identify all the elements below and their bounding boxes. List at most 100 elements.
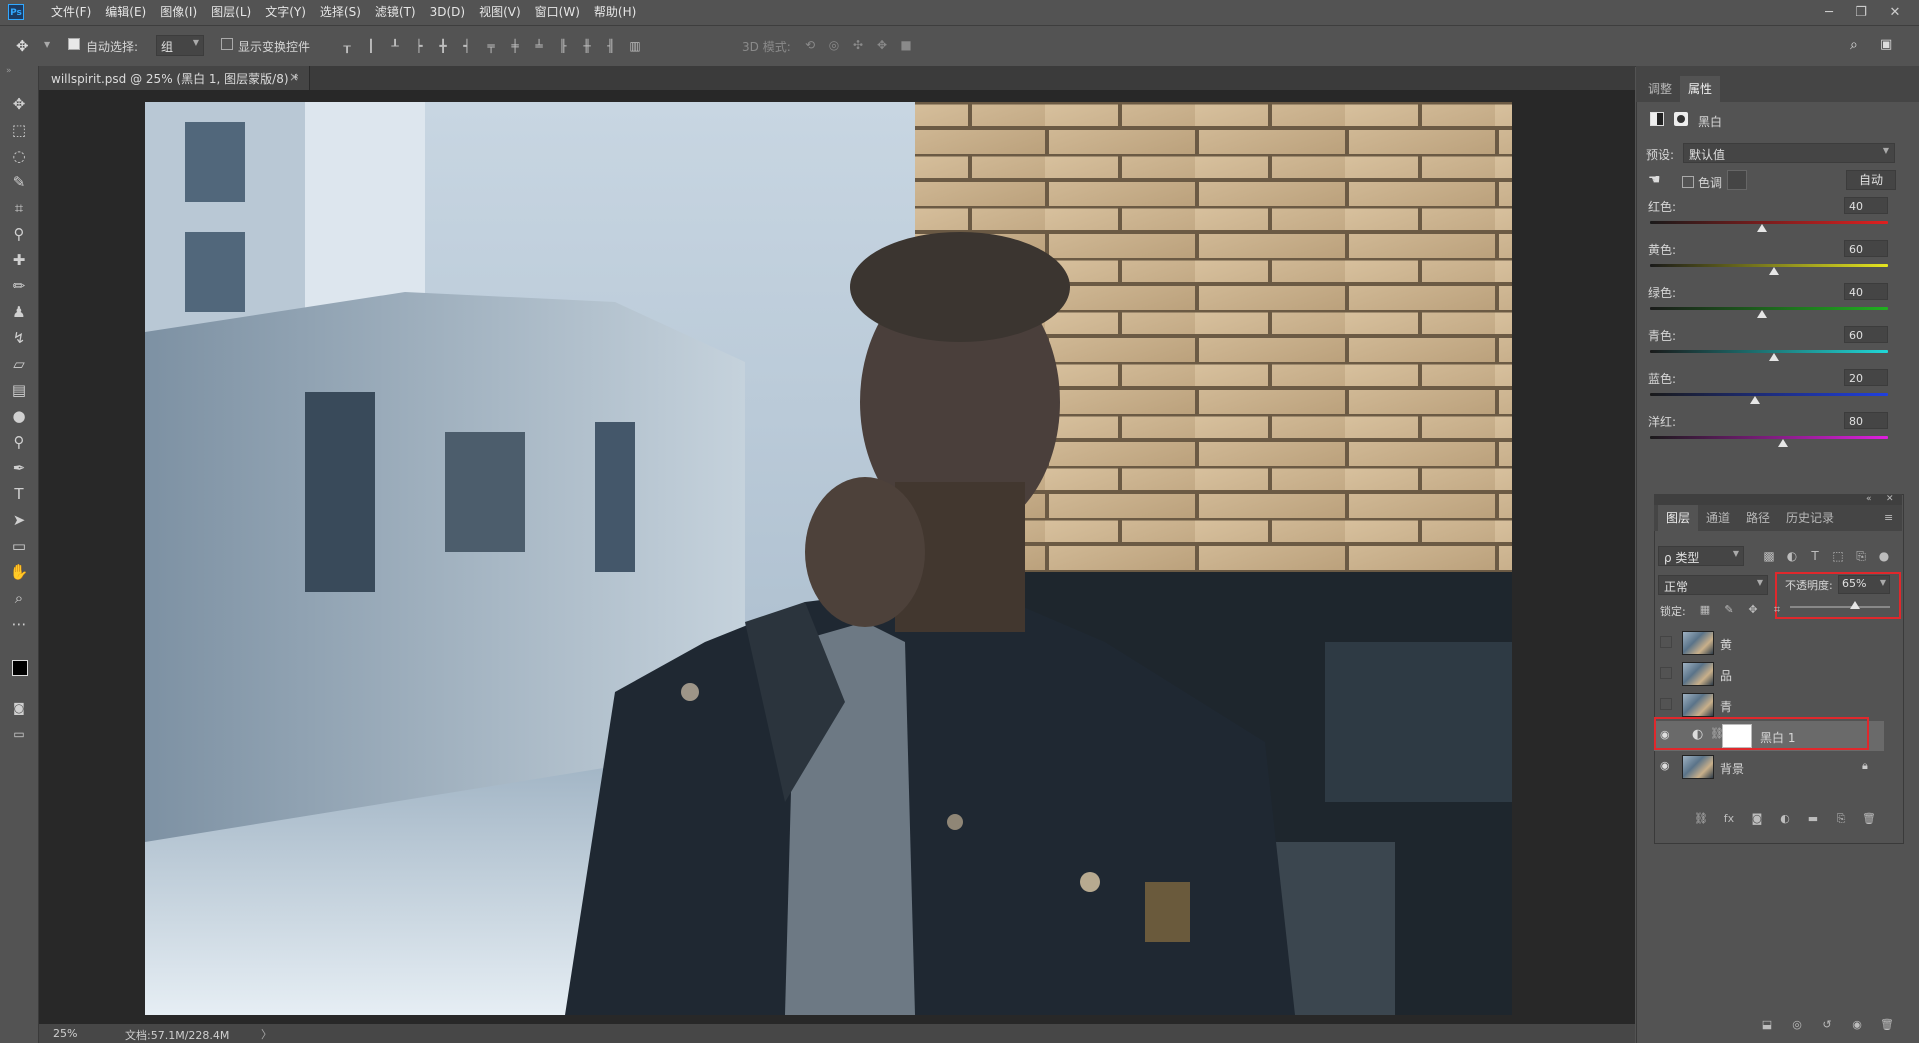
- menu-item[interactable]: 选择(S): [313, 0, 368, 25]
- pen-tool-icon[interactable]: ✒: [9, 458, 29, 478]
- crop-tool-icon[interactable]: ⌗: [9, 198, 29, 218]
- slider-thumb[interactable]: [1769, 267, 1779, 275]
- foreground-color-swatch[interactable]: [12, 660, 28, 676]
- 3d-tool-icon[interactable]: ◎: [827, 38, 841, 52]
- more-tools-icon[interactable]: ⋯: [9, 614, 29, 634]
- status-arrow-icon[interactable]: 〉: [261, 1026, 272, 1042]
- auto-button[interactable]: 自动: [1846, 170, 1896, 190]
- tab-properties[interactable]: 属性: [1680, 76, 1721, 102]
- toggle-visibility-icon[interactable]: ◉: [1850, 1018, 1864, 1032]
- healing-tool-icon[interactable]: ✚: [9, 250, 29, 270]
- history-brush-tool-icon[interactable]: ↯: [9, 328, 29, 348]
- lock-transparent-icon[interactable]: ▦: [1698, 603, 1712, 617]
- add-mask-icon[interactable]: ◙: [1750, 812, 1764, 826]
- menu-item[interactable]: 文件(F): [44, 0, 98, 25]
- menu-item[interactable]: 文字(Y): [258, 0, 313, 25]
- close-window-icon[interactable]: ✕: [1880, 0, 1910, 25]
- tint-check[interactable]: [1682, 176, 1694, 188]
- image-filter-icon[interactable]: ▩: [1762, 549, 1776, 563]
- adjustment-filter-icon[interactable]: ◐: [1785, 549, 1799, 563]
- align-icon[interactable]: ╟: [556, 39, 570, 53]
- slider-thumb[interactable]: [1778, 439, 1788, 447]
- close-panel-icon[interactable]: ✕: [1886, 494, 1894, 504]
- menu-item[interactable]: 帮助(H): [587, 0, 643, 25]
- blend-mode-dropdown[interactable]: 正常 ▼: [1658, 575, 1768, 595]
- align-icon[interactable]: ╤: [484, 39, 498, 53]
- close-tab-icon[interactable]: ×: [289, 70, 299, 84]
- align-icon[interactable]: ╋: [436, 39, 450, 53]
- visibility-eye-icon[interactable]: [1660, 636, 1672, 648]
- menu-item[interactable]: 图像(I): [153, 0, 204, 25]
- slider-thumb[interactable]: [1769, 353, 1779, 361]
- eraser-tool-icon[interactable]: ▱: [9, 354, 29, 374]
- clip-to-layer-icon[interactable]: ⬓: [1760, 1018, 1774, 1032]
- blur-tool-icon[interactable]: ●: [9, 406, 29, 426]
- align-icon[interactable]: ╧: [532, 39, 546, 53]
- auto-select-dropdown[interactable]: 组 ▼: [156, 35, 204, 56]
- show-transform-checkbox[interactable]: [221, 38, 233, 53]
- new-layer-icon[interactable]: ⎘: [1834, 812, 1848, 826]
- zoom-tool-icon[interactable]: ⌕: [9, 588, 29, 608]
- collapse-panel-icon[interactable]: «: [1866, 494, 1872, 504]
- slider-value-input[interactable]: 40: [1844, 197, 1888, 214]
- shape-filter-icon[interactable]: ⬚: [1831, 549, 1845, 563]
- brush-tool-icon[interactable]: ✏: [9, 276, 29, 296]
- align-icon[interactable]: ╫: [580, 39, 594, 53]
- lock-position-icon[interactable]: ✥: [1746, 603, 1760, 617]
- menu-item[interactable]: 3D(D): [423, 0, 472, 25]
- layers-menu-icon[interactable]: ≡: [1884, 511, 1893, 524]
- 3d-tool-icon[interactable]: ✥: [875, 38, 889, 52]
- layer-row[interactable]: ◉ 背景 🔒︎: [1654, 752, 1884, 782]
- lasso-tool-icon[interactable]: ◌: [9, 146, 29, 166]
- stamp-tool-icon[interactable]: ♟: [9, 302, 29, 322]
- restore-icon[interactable]: ❐: [1846, 0, 1876, 25]
- slider-gradient-track[interactable]: [1650, 436, 1888, 439]
- visibility-eye-icon[interactable]: [1660, 698, 1672, 710]
- menu-item[interactable]: 滤镜(T): [368, 0, 423, 25]
- rectangle-tool-icon[interactable]: ▭: [9, 536, 29, 556]
- visibility-eye-icon[interactable]: ◉: [1660, 760, 1672, 772]
- auto-select-checkbox[interactable]: [68, 38, 80, 53]
- slider-gradient-track[interactable]: [1650, 221, 1888, 224]
- link-layers-icon[interactable]: ⛓: [1694, 812, 1708, 826]
- targeted-adjustment-hand-icon[interactable]: ☚: [1648, 172, 1661, 188]
- slider-thumb[interactable]: [1750, 396, 1760, 404]
- mask-icon[interactable]: [1674, 112, 1688, 126]
- quick-mask-icon[interactable]: ◙: [9, 698, 29, 718]
- tint-color-swatch[interactable]: [1727, 170, 1747, 190]
- move-tool-icon[interactable]: ✥: [16, 37, 29, 55]
- menu-item[interactable]: 视图(V): [472, 0, 528, 25]
- align-icon[interactable]: ╢: [604, 39, 618, 53]
- align-icon[interactable]: ┥: [460, 39, 474, 53]
- smart-object-filter-icon[interactable]: ⎘: [1854, 549, 1868, 563]
- marquee-tool-icon[interactable]: ⬚: [9, 120, 29, 140]
- show-transform-check[interactable]: [221, 38, 233, 50]
- eyedropper-tool-icon[interactable]: ⚲: [9, 224, 29, 244]
- filter-toggle-icon[interactable]: ●: [1877, 549, 1891, 563]
- align-icon[interactable]: ╪: [508, 39, 522, 53]
- lock-image-icon[interactable]: ✎: [1722, 603, 1736, 617]
- 3d-tool-icon[interactable]: ✣: [851, 38, 865, 52]
- layer-row[interactable]: 青: [1654, 690, 1884, 720]
- tool-preset-chevron-icon[interactable]: ▼: [44, 40, 50, 49]
- slider-value-input[interactable]: 80: [1844, 412, 1888, 429]
- gradient-tool-icon[interactable]: ▤: [9, 380, 29, 400]
- document-tab[interactable]: willspirit.psd @ 25% (黑白 1, 图层蒙版/8) * ×: [39, 66, 310, 90]
- dodge-tool-icon[interactable]: ⚲: [9, 432, 29, 452]
- type-filter-icon[interactable]: T: [1808, 549, 1822, 563]
- menu-item[interactable]: 图层(L): [204, 0, 258, 25]
- layer-filter-dropdown[interactable]: ρ 类型 ▼: [1658, 546, 1744, 566]
- align-icon[interactable]: ┰: [340, 39, 354, 53]
- hand-tool-icon[interactable]: ✋: [9, 562, 29, 582]
- preset-dropdown[interactable]: 默认值 ▼: [1683, 143, 1895, 163]
- 3d-tool-icon[interactable]: ⟲: [803, 38, 817, 52]
- align-icon[interactable]: ┸: [388, 39, 402, 53]
- visibility-eye-icon[interactable]: [1660, 667, 1672, 679]
- lock-artboard-icon[interactable]: ⌗: [1770, 603, 1784, 617]
- image-canvas[interactable]: [145, 102, 1512, 1015]
- slider-thumb[interactable]: [1757, 310, 1767, 318]
- layer-row[interactable]: 品: [1654, 659, 1884, 689]
- delete-layer-icon[interactable]: 🗑︎: [1862, 812, 1876, 826]
- path-select-tool-icon[interactable]: ➤: [9, 510, 29, 530]
- slider-value-input[interactable]: 40: [1844, 283, 1888, 300]
